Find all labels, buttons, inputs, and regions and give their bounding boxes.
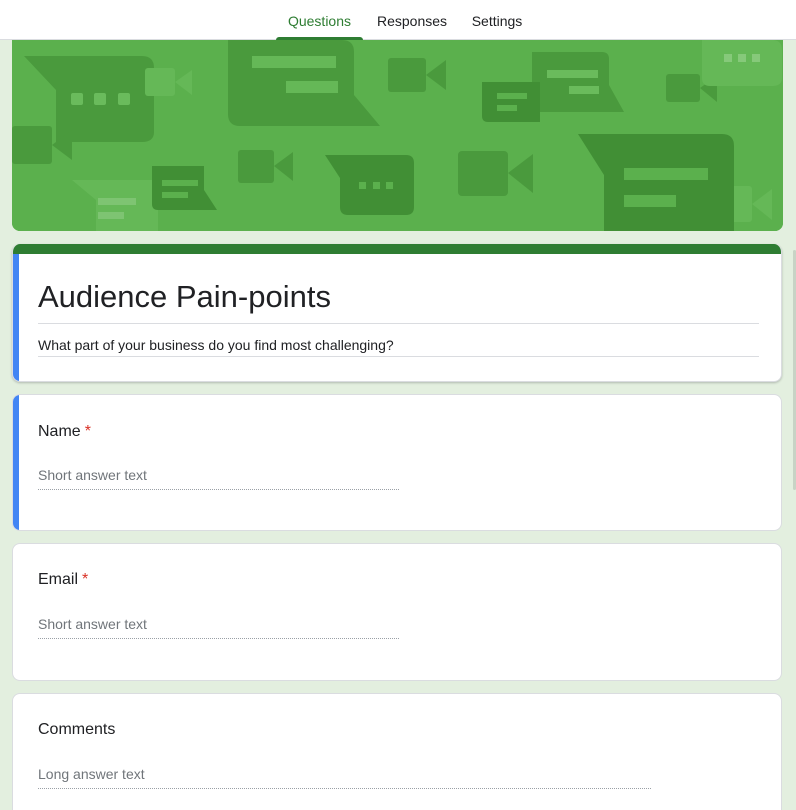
answer-underline	[38, 489, 399, 490]
tab-responses[interactable]: Responses	[370, 0, 454, 40]
question-title-text: Name	[38, 423, 81, 440]
header-banner-image	[12, 40, 783, 231]
tab-questions-label: Questions	[287, 13, 352, 29]
required-asterisk: *	[82, 571, 89, 588]
tab-settings[interactable]: Settings	[464, 0, 530, 40]
question-card-name[interactable]: Name * Short answer text	[12, 394, 782, 531]
question-title[interactable]: Comments	[38, 720, 115, 740]
answer-underline	[38, 638, 399, 639]
selected-card-indicator	[13, 254, 19, 381]
long-answer-placeholder: Long answer text	[38, 766, 145, 782]
question-title[interactable]: Name *	[38, 422, 91, 442]
form-description[interactable]: What part of your business do you find m…	[38, 336, 394, 354]
required-asterisk: *	[84, 423, 91, 440]
form-title[interactable]: Audience Pain-points	[38, 278, 331, 316]
question-title-text: Email	[38, 571, 79, 588]
short-answer-placeholder: Short answer text	[38, 616, 147, 632]
question-card-email[interactable]: Email * Short answer text	[12, 543, 782, 681]
form-header-card[interactable]: Audience Pain-points What part of your b…	[12, 244, 782, 382]
description-divider	[38, 356, 759, 357]
answer-underline	[38, 788, 651, 789]
top-tab-bar: Questions Responses Settings	[0, 0, 796, 40]
tab-settings-label: Settings	[471, 13, 523, 29]
question-title[interactable]: Email *	[38, 570, 88, 590]
tab-questions[interactable]: Questions	[276, 0, 363, 40]
question-title-text: Comments	[38, 721, 116, 738]
tab-responses-label: Responses	[376, 13, 448, 29]
theme-color-strip	[13, 244, 781, 254]
short-answer-placeholder: Short answer text	[38, 467, 147, 483]
selected-card-indicator	[13, 395, 19, 530]
title-divider	[38, 323, 759, 324]
question-card-comments[interactable]: Comments Long answer text	[12, 693, 782, 810]
